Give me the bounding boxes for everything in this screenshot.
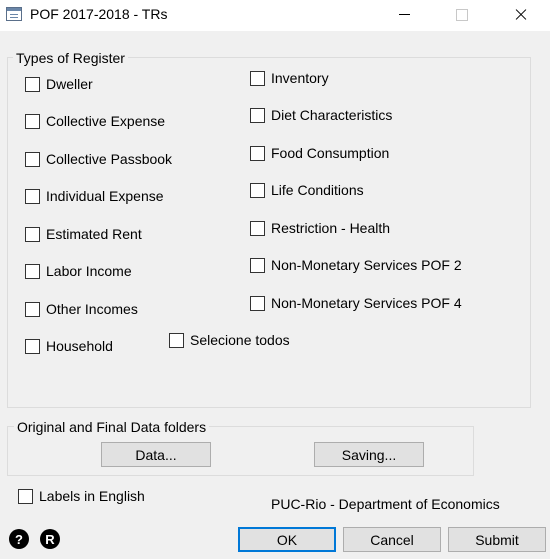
maximize-icon	[438, 0, 484, 31]
checkbox-life-conditions[interactable]: Life Conditions	[250, 182, 364, 198]
checkbox-box[interactable]	[250, 107, 265, 123]
title-bar: POF 2017-2018 - TRs	[0, 0, 550, 31]
types-of-register-legend: Types of Register	[13, 50, 128, 66]
data-folder-button[interactable]: Data...	[101, 442, 211, 467]
checkbox-collective-passbook[interactable]: Collective Passbook	[25, 151, 172, 167]
checkbox-box[interactable]	[25, 301, 40, 317]
checkbox-label: Household	[46, 338, 113, 354]
checkbox-label: Food Consumption	[271, 145, 390, 161]
checkbox-label: Estimated Rent	[46, 226, 142, 242]
checkbox-label: Life Conditions	[271, 182, 364, 198]
checkbox-collective-expense[interactable]: Collective Expense	[25, 113, 165, 129]
checkbox-box[interactable]	[25, 263, 40, 279]
window-title: POF 2017-2018 - TRs	[30, 6, 168, 22]
checkbox-non-monetary-pof4[interactable]: Non-Monetary Services POF 4	[250, 295, 462, 311]
cancel-button[interactable]: Cancel	[343, 527, 441, 552]
checkbox-individual-expense[interactable]: Individual Expense	[25, 188, 164, 204]
checkbox-restriction-health[interactable]: Restriction - Health	[250, 220, 390, 236]
checkbox-non-monetary-pof2[interactable]: Non-Monetary Services POF 2	[250, 257, 462, 273]
checkbox-label: Dweller	[46, 76, 93, 92]
data-folders-legend: Original and Final Data folders	[14, 419, 210, 435]
checkbox-box[interactable]	[25, 188, 40, 204]
checkbox-inventory[interactable]: Inventory	[250, 70, 329, 86]
checkbox-select-all[interactable]: Selecione todos	[169, 332, 290, 348]
checkbox-labor-income[interactable]: Labor Income	[25, 263, 132, 279]
checkbox-box[interactable]	[25, 226, 40, 242]
checkbox-estimated-rent[interactable]: Estimated Rent	[25, 226, 142, 242]
window-app-icon	[6, 7, 22, 21]
checkbox-box[interactable]	[250, 257, 265, 273]
checkbox-box[interactable]	[18, 488, 33, 504]
checkbox-box[interactable]	[169, 332, 184, 348]
checkbox-box[interactable]	[25, 151, 40, 167]
checkbox-labels-english[interactable]: Labels in English	[18, 488, 145, 504]
checkbox-label: Inventory	[271, 70, 329, 86]
close-icon[interactable]	[498, 0, 544, 31]
checkbox-label: Labor Income	[46, 263, 132, 279]
checkbox-box[interactable]	[250, 70, 265, 86]
checkbox-label: Restriction - Health	[271, 220, 391, 236]
checkbox-box[interactable]	[250, 145, 265, 161]
checkbox-label: Diet Characteristics	[271, 107, 393, 123]
ok-button[interactable]: OK	[238, 527, 336, 552]
r-icon[interactable]: R	[40, 529, 60, 549]
checkbox-label: Individual Expense	[46, 188, 164, 204]
checkbox-diet-characteristics[interactable]: Diet Characteristics	[250, 107, 392, 123]
checkbox-box[interactable]	[25, 338, 40, 354]
checkbox-box[interactable]	[25, 113, 40, 129]
checkbox-other-incomes[interactable]: Other Incomes	[25, 301, 138, 317]
checkbox-box[interactable]	[250, 295, 265, 311]
checkbox-box[interactable]	[250, 182, 265, 198]
checkbox-label: Other Incomes	[46, 301, 138, 317]
credit-text: PUC-Rio - Department of Economics	[271, 496, 500, 512]
checkbox-label: Collective Expense	[46, 113, 166, 129]
checkbox-label: Non-Monetary Services POF 4	[271, 295, 462, 311]
submit-button[interactable]: Submit	[448, 527, 546, 552]
checkbox-label: Non-Monetary Services POF 2	[271, 257, 462, 273]
checkbox-box[interactable]	[250, 220, 265, 236]
checkbox-box[interactable]	[25, 76, 40, 92]
checkbox-label: Collective Passbook	[46, 151, 173, 167]
checkbox-dweller[interactable]: Dweller	[25, 76, 93, 92]
minimize-icon[interactable]	[382, 0, 428, 31]
help-icon[interactable]: ?	[9, 529, 29, 549]
checkbox-household[interactable]: Household	[25, 338, 113, 354]
checkbox-label: Labels in English	[39, 488, 145, 504]
checkbox-food-consumption[interactable]: Food Consumption	[250, 145, 389, 161]
checkbox-label: Selecione todos	[190, 332, 290, 348]
saving-folder-button[interactable]: Saving...	[314, 442, 424, 467]
